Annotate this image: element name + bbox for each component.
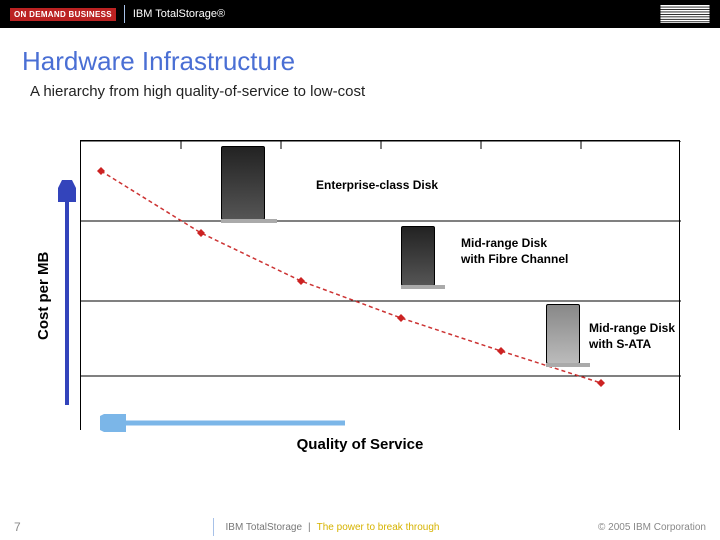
y-axis-label: Cost per MB <box>35 252 52 340</box>
page-title: Hardware Infrastructure <box>22 46 720 77</box>
y-axis-arrow-icon <box>58 180 76 410</box>
band-label-enterprise: Enterprise-class Disk <box>316 178 438 194</box>
chart-area: Cost per MB Enterprise-class Disk Mid-ra… <box>40 140 680 460</box>
band-label-midrange-sata: Mid-range Disk with S-ATA <box>589 321 675 352</box>
enterprise-server-icon <box>221 146 277 223</box>
x-axis-label: Quality of Service <box>40 436 680 453</box>
band-label-midrange-fc: Mid-range Disk with Fibre Channel <box>461 236 568 267</box>
product-name: IBM TotalStorage® <box>133 8 225 20</box>
midrange-sata-server-icon <box>546 304 590 367</box>
midrange-fc-server-icon <box>401 226 445 289</box>
top-bar: ON DEMAND BUSINESS IBM TotalStorage® <box>0 0 720 28</box>
footer-divider <box>213 518 214 536</box>
ondemand-badge: ON DEMAND BUSINESS <box>10 8 116 21</box>
footer-center: IBM TotalStorage | The power to break th… <box>213 518 440 536</box>
chart-plot: Enterprise-class Disk Mid-range Disk wit… <box>80 140 680 430</box>
top-bar-left: ON DEMAND BUSINESS IBM TotalStorage® <box>10 5 225 23</box>
page-number: 7 <box>14 520 54 534</box>
footer-brand: IBM TotalStorage <box>226 522 303 533</box>
page-subtitle: A hierarchy from high quality-of-service… <box>30 83 720 100</box>
x-axis-arrow-icon <box>100 414 350 432</box>
footer-copyright: © 2005 IBM Corporation <box>598 522 706 533</box>
topbar-divider <box>124 5 125 23</box>
ibm-logo-icon <box>660 5 710 23</box>
footer-tagline: The power to break through <box>317 522 440 533</box>
footer-bar: 7 IBM TotalStorage | The power to break … <box>0 514 720 540</box>
